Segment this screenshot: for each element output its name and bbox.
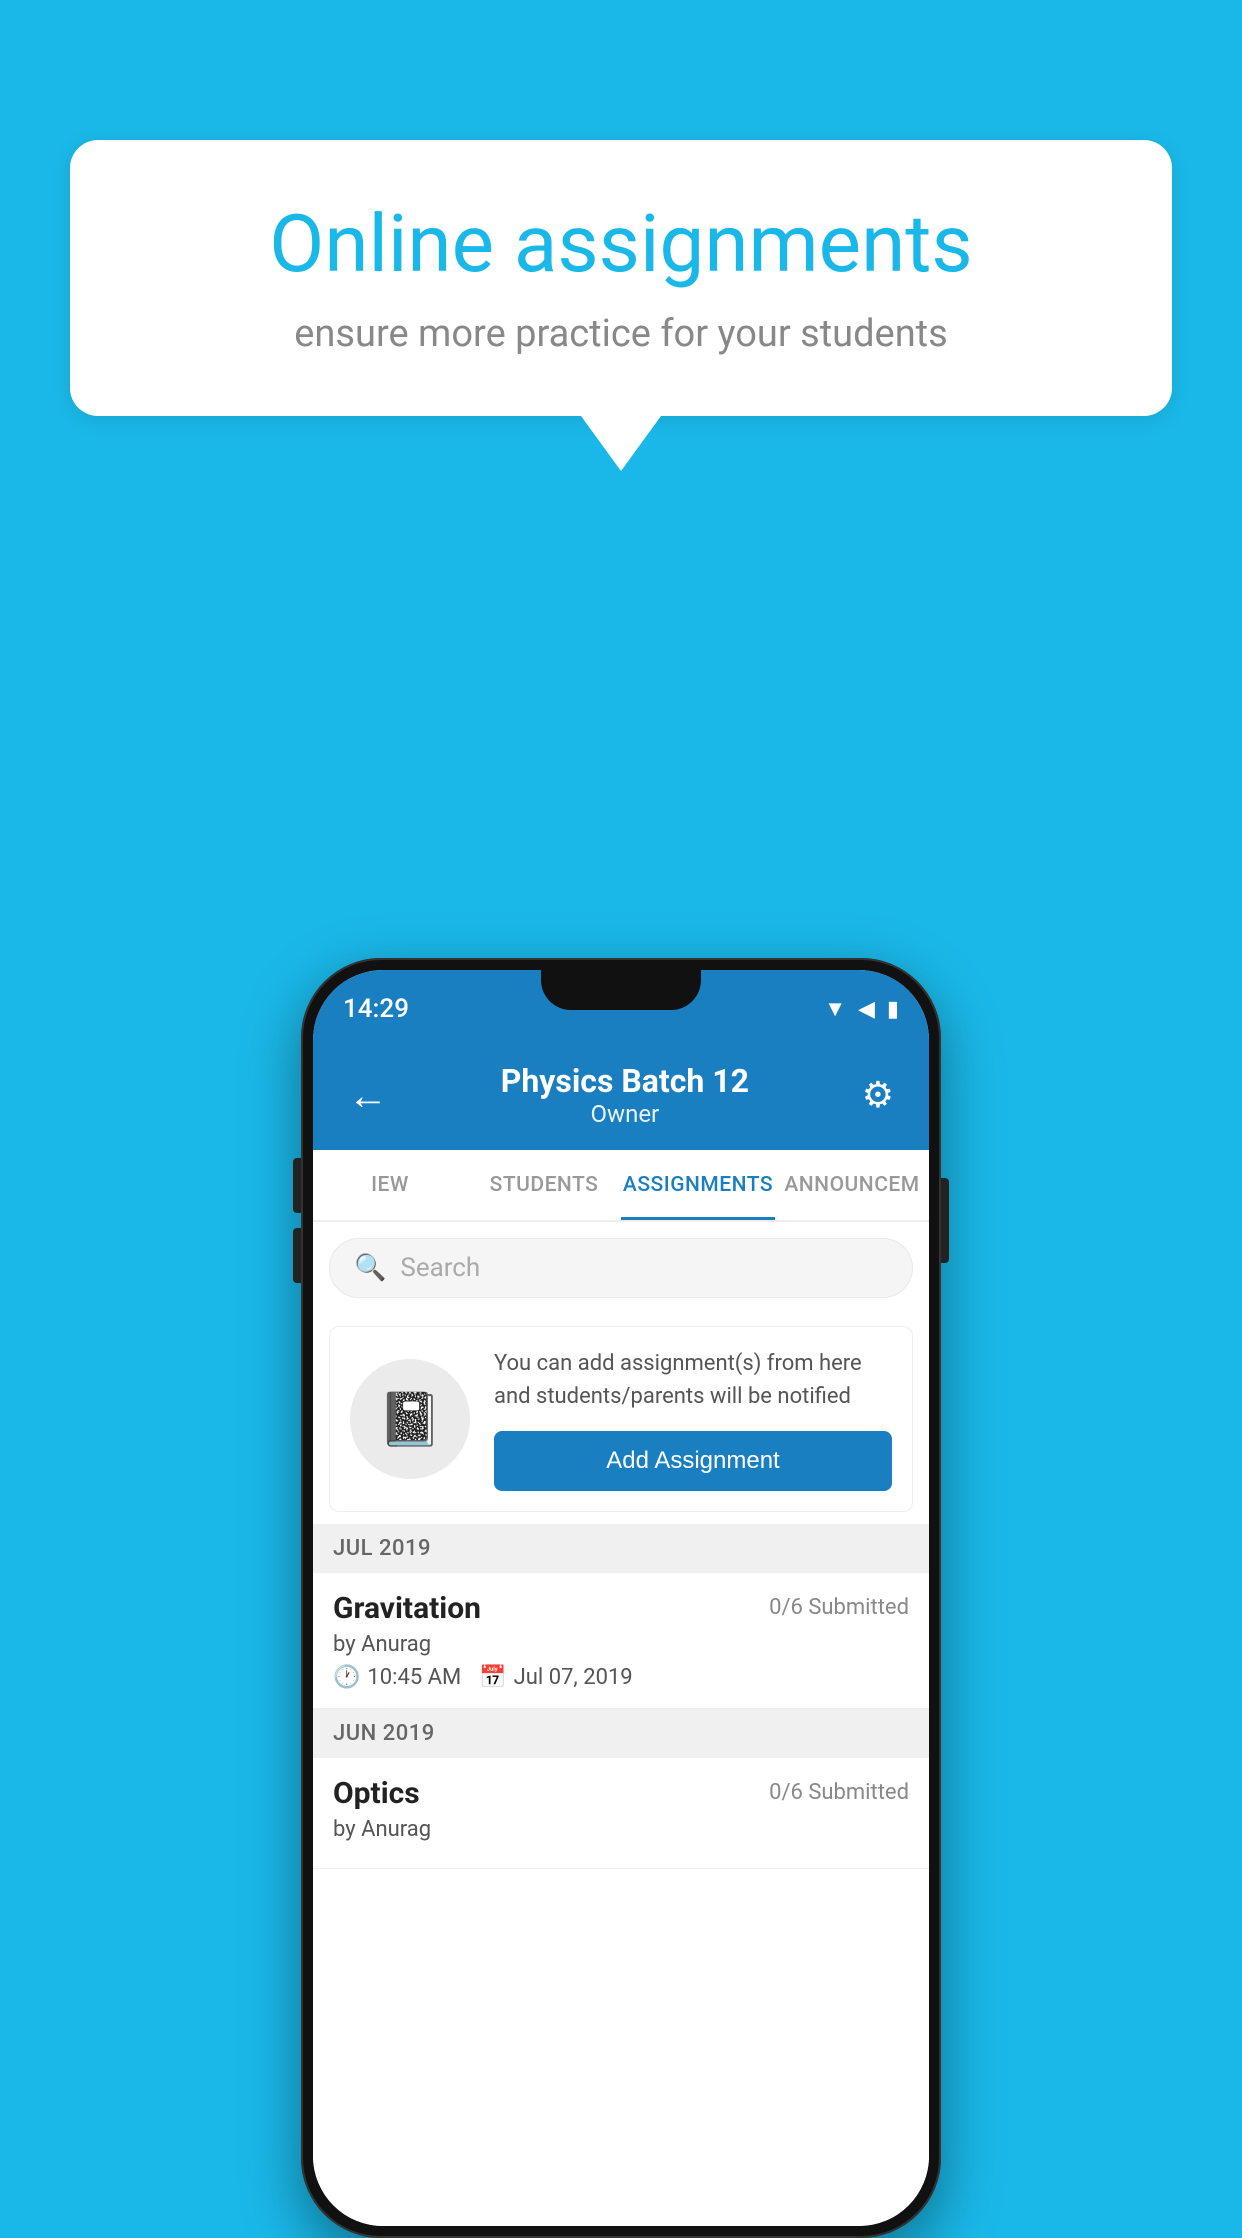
assignment-meta: by Anurag [333, 1632, 909, 1657]
app-bar-subtitle: Owner [398, 1100, 852, 1128]
speech-bubble: Online assignments ensure more practice … [70, 140, 1172, 416]
tab-students[interactable]: STUDENTS [467, 1150, 621, 1220]
search-container: 🔍 Search [313, 1222, 929, 1314]
status-time: 14:29 [343, 994, 409, 1024]
back-button[interactable]: ← [338, 1062, 398, 1129]
volume-down-button [293, 1228, 301, 1283]
assignment-time: 🕐 10:45 AM [333, 1665, 461, 1690]
assignment-submitted: 0/6 Submitted [769, 1595, 909, 1620]
notebook-icon: 📓 [378, 1389, 443, 1450]
phone-notch [541, 970, 701, 1010]
app-bar-title-section: Physics Batch 12 Owner [398, 1062, 852, 1128]
bubble-tail [581, 416, 661, 471]
promo-section: Online assignments ensure more practice … [70, 140, 1172, 471]
tab-announcements[interactable]: ANNOUNCEM [775, 1150, 929, 1220]
optics-item-header: Optics 0/6 Submitted [333, 1776, 909, 1811]
signal-icon: ◀ [858, 997, 875, 1022]
add-assignment-card: 📓 You can add assignment(s) from here an… [329, 1326, 913, 1512]
app-bar: ← Physics Batch 12 Owner ⚙ [313, 1040, 929, 1150]
clock-icon: 🕐 [333, 1665, 360, 1690]
assignment-item-header: Gravitation 0/6 Submitted [333, 1591, 909, 1626]
bubble-subtitle: ensure more practice for your students [140, 308, 1102, 361]
status-icons: ▼ ◀ ▮ [824, 996, 899, 1022]
assignment-item-gravitation[interactable]: Gravitation 0/6 Submitted by Anurag 🕐 10… [313, 1573, 929, 1709]
app-bar-title: Physics Batch 12 [398, 1062, 852, 1100]
optics-meta: by Anurag [333, 1817, 909, 1842]
time-value: 10:45 AM [367, 1665, 461, 1690]
content-area: 🔍 Search 📓 You can add assignment(s) fro… [313, 1222, 929, 2226]
tab-iew[interactable]: IEW [313, 1150, 467, 1220]
add-assignment-info: You can add assignment(s) from here and … [494, 1347, 892, 1491]
assignment-name: Gravitation [333, 1591, 481, 1626]
optics-author: by Anurag [333, 1817, 431, 1842]
optics-submitted: 0/6 Submitted [769, 1780, 909, 1805]
section-header-jul: JUL 2019 [313, 1524, 929, 1573]
phone-mockup: 14:29 ▼ ◀ ▮ ← Physics Batch 12 Owner ⚙ I… [301, 958, 941, 2238]
tab-bar: IEW STUDENTS ASSIGNMENTS ANNOUNCEM [313, 1150, 929, 1222]
bubble-title: Online assignments [140, 200, 1102, 288]
section-header-jun: JUN 2019 [313, 1709, 929, 1758]
power-button [941, 1178, 949, 1263]
wifi-icon: ▼ [824, 996, 846, 1022]
search-bar[interactable]: 🔍 Search [329, 1238, 913, 1298]
date-value: Jul 07, 2019 [514, 1665, 633, 1690]
optics-name: Optics [333, 1776, 420, 1811]
phone-screen: 14:29 ▼ ◀ ▮ ← Physics Batch 12 Owner ⚙ I… [313, 970, 929, 2226]
settings-button[interactable]: ⚙ [852, 1064, 904, 1126]
assignment-author: by Anurag [333, 1632, 431, 1657]
add-assignment-button[interactable]: Add Assignment [494, 1431, 892, 1491]
assignment-datetime: 🕐 10:45 AM 📅 Jul 07, 2019 [333, 1665, 909, 1690]
assignment-item-optics[interactable]: Optics 0/6 Submitted by Anurag [313, 1758, 929, 1869]
assignment-icon-circle: 📓 [350, 1359, 470, 1479]
calendar-icon: 📅 [479, 1665, 506, 1690]
volume-up-button [293, 1158, 301, 1213]
assignment-date: 📅 Jul 07, 2019 [479, 1665, 632, 1690]
search-icon: 🔍 [354, 1253, 386, 1283]
tab-assignments[interactable]: ASSIGNMENTS [621, 1150, 775, 1220]
search-placeholder: Search [400, 1253, 480, 1283]
add-assignment-description: You can add assignment(s) from here and … [494, 1347, 892, 1413]
battery-icon: ▮ [887, 997, 899, 1022]
